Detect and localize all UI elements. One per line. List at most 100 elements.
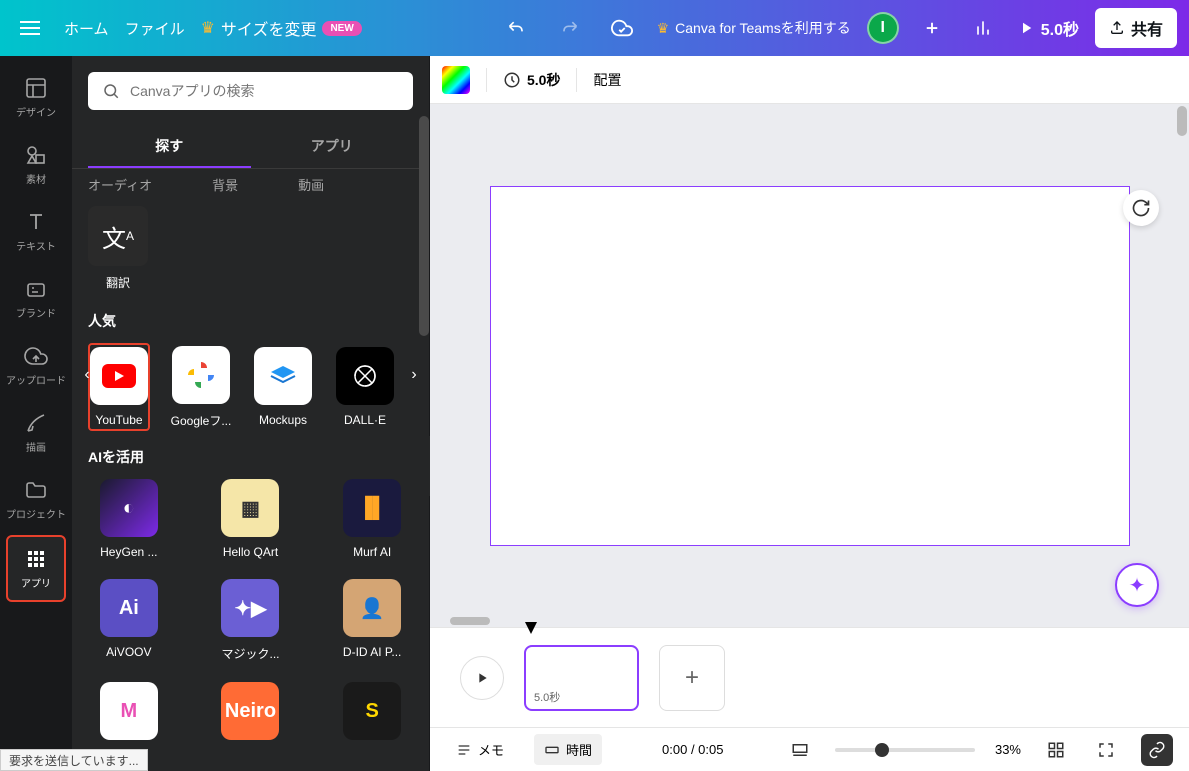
shapes-icon <box>24 143 48 167</box>
play-icon <box>474 670 490 686</box>
app-qart[interactable]: ▦ Hello QArt <box>210 479 292 559</box>
redo-icon[interactable] <box>551 10 587 46</box>
app-translate[interactable]: 文A 翻訳 <box>88 206 148 291</box>
rail-apps[interactable]: アプリ <box>6 535 66 602</box>
resize-label: サイズを変更 <box>221 16 317 40</box>
timeline-frame[interactable]: 5.0秒 <box>524 645 639 711</box>
home-link[interactable]: ホーム <box>64 18 109 39</box>
upload-icon <box>1109 20 1125 36</box>
sub-tabs: オーディオ 背景 動画 <box>72 169 429 194</box>
section-ai: AIを活用 <box>88 447 413 467</box>
horizontal-scrollbar[interactable] <box>450 617 490 625</box>
grid-view-icon[interactable] <box>1041 735 1071 765</box>
template-icon <box>24 76 48 100</box>
grid-icon <box>24 547 48 571</box>
translate-icon: 文A <box>88 206 148 266</box>
canvas-viewport[interactable]: ✦ <box>430 104 1189 627</box>
add-icon[interactable] <box>915 11 949 45</box>
rail-projects[interactable]: プロジェクト <box>6 468 66 531</box>
app-heygen[interactable]: ◐ HeyGen ... <box>88 479 170 559</box>
teams-button[interactable]: ♛ Canva for Teamsを利用する <box>657 18 851 38</box>
app-mockups[interactable]: Mockups <box>252 347 314 427</box>
subtab-audio[interactable]: オーディオ <box>88 175 152 194</box>
carousel-next[interactable]: › <box>405 363 423 387</box>
file-link[interactable]: ファイル <box>125 18 185 39</box>
zoom-slider[interactable] <box>835 748 975 752</box>
murf-icon: ▐▌ <box>343 479 401 537</box>
share-button[interactable]: 共有 <box>1095 8 1177 48</box>
crown-icon: ♛ <box>201 18 215 38</box>
panel-tabs: 探す アプリ <box>72 126 429 169</box>
memo-button[interactable]: メモ <box>446 734 514 765</box>
panel-scrollbar[interactable] <box>419 116 429 336</box>
apps-panel: 探す アプリ オーディオ 背景 動画 文A 翻訳 人気 ‹ YouTube <box>72 56 430 771</box>
app-google-photos[interactable]: Googleフ... <box>170 346 232 429</box>
undo-icon[interactable] <box>499 10 535 46</box>
app-more-1[interactable]: M <box>88 682 170 740</box>
rail-design[interactable]: デザイン <box>6 66 66 129</box>
playhead[interactable] <box>530 628 532 640</box>
app-dalle[interactable]: DALL·E <box>334 347 396 427</box>
timeline-icon <box>544 742 560 758</box>
duration-button[interactable]: 5.0秒 <box>503 70 560 90</box>
fullscreen-icon[interactable] <box>1091 735 1121 765</box>
avatar[interactable]: I <box>867 12 899 44</box>
rail-brand[interactable]: ブランド <box>6 267 66 330</box>
youtube-icon <box>90 347 148 405</box>
link-icon <box>1148 741 1166 759</box>
app-magic[interactable]: ✦▶ マジック... <box>210 579 292 662</box>
canvas-toolbar: 5.0秒 配置 <box>430 56 1189 104</box>
cloud-sync-icon[interactable] <box>603 9 641 47</box>
text-icon <box>24 210 48 234</box>
resize-button[interactable]: ♛ サイズを変更 NEW <box>201 16 362 40</box>
search-input[interactable] <box>130 83 399 99</box>
draw-icon <box>24 411 48 435</box>
app-youtube[interactable]: YouTube <box>88 343 150 431</box>
vertical-scrollbar[interactable] <box>1177 106 1187 136</box>
folder-icon <box>24 478 48 502</box>
person-icon: 👤 <box>343 579 401 637</box>
rail-text[interactable]: テキスト <box>6 200 66 263</box>
refresh-icon <box>1131 198 1151 218</box>
color-picker[interactable] <box>442 66 470 94</box>
view-mode-icon[interactable] <box>785 735 815 765</box>
search-box[interactable] <box>88 72 413 110</box>
tab-apps[interactable]: アプリ <box>251 126 414 168</box>
carousel-prev[interactable]: ‹ <box>78 363 96 387</box>
app-did[interactable]: 👤 D-ID AI P... <box>331 579 413 662</box>
note-icon <box>456 742 472 758</box>
clock-icon <box>503 71 521 89</box>
arrange-button[interactable]: 配置 <box>593 70 621 90</box>
rail-elements[interactable]: 素材 <box>6 133 66 196</box>
rail-upload[interactable]: アップロード <box>6 334 66 397</box>
canvas-page[interactable] <box>490 186 1130 546</box>
refresh-button[interactable] <box>1123 190 1159 226</box>
play-time-label: 5.0秒 <box>1041 16 1079 40</box>
tab-explore[interactable]: 探す <box>88 126 251 168</box>
subtab-bg[interactable]: 背景 <box>212 175 238 194</box>
qr-icon: ▦ <box>221 479 279 537</box>
zoom-level: 33% <box>995 742 1021 757</box>
app-murf[interactable]: ▐▌ Murf AI <box>331 479 413 559</box>
cloud-upload-icon <box>24 344 48 368</box>
menu-icon[interactable] <box>12 19 48 37</box>
app-icon: M <box>100 682 158 740</box>
analytics-icon[interactable] <box>965 10 1001 46</box>
app-header: ホーム ファイル ♛ サイズを変更 NEW ♛ Canva for Teamsを… <box>0 0 1189 56</box>
add-frame-button[interactable]: + <box>659 645 725 711</box>
search-icon <box>102 82 120 100</box>
timeline-play-button[interactable] <box>460 656 504 700</box>
preview-play-button[interactable]: 5.0秒 <box>1017 16 1079 40</box>
app-aivoov[interactable]: Ai AiVOOV <box>88 579 170 662</box>
subtab-video[interactable]: 動画 <box>298 175 324 194</box>
app-more-3[interactable]: S <box>331 682 413 740</box>
section-popular: 人気 <box>88 311 413 331</box>
status-bar: 要求を送信しています... <box>0 749 148 771</box>
app-more-2[interactable]: Neiro <box>210 682 292 740</box>
help-button[interactable] <box>1141 734 1173 766</box>
brand-icon <box>24 277 48 301</box>
rail-draw[interactable]: 描画 <box>6 401 66 464</box>
magic-button[interactable]: ✦ <box>1115 563 1159 607</box>
canvas-area: 5.0秒 配置 ✦ 5.0秒 + <box>430 56 1189 771</box>
time-button[interactable]: 時間 <box>534 734 602 765</box>
